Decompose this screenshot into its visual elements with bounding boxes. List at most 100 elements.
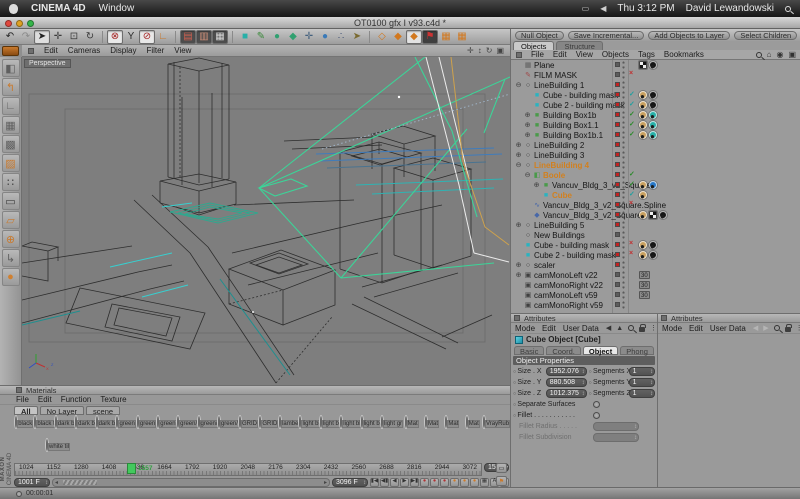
state-check-green-icon[interactable]: ✓ (629, 120, 635, 128)
attr2-search-icon[interactable] (774, 325, 780, 331)
visibility-dots-icon[interactable] (622, 251, 625, 259)
layer-color-icon[interactable] (615, 72, 620, 77)
record-active-button[interactable]: ● (470, 478, 479, 487)
object-name[interactable]: LineBuilding 1 (533, 81, 584, 90)
layer-color-icon[interactable] (615, 262, 620, 267)
state-check-green-icon[interactable]: ✓ (629, 170, 635, 178)
toolbar-scale-icon[interactable]: ⊡ (66, 30, 82, 44)
cam-tag-icon[interactable]: 30 (639, 291, 650, 299)
material-swatch-light-bl[interactable]: light bl (320, 417, 340, 427)
attr-tab-basic[interactable]: Basic (514, 346, 544, 355)
toolbar-render-picture-viewer-icon[interactable]: ▥ (196, 30, 212, 44)
toolbar-deformer-a-icon[interactable]: ◇ (374, 30, 390, 44)
display-status-icon[interactable]: ▭ (582, 4, 590, 13)
object-name[interactable]: Building Box1b.1 (542, 131, 603, 140)
field-size-x-input[interactable]: 1952.076 (546, 367, 587, 376)
toolbar-add-primitive-icon[interactable]: ■ (237, 30, 253, 44)
object-name[interactable]: camMonoLeft v59 (533, 291, 598, 300)
rail-texture-mode-icon[interactable]: ▦ (2, 116, 20, 134)
menu-item-edit[interactable]: Edit (38, 395, 52, 404)
object-name[interactable]: camMonoLeft v22 (533, 271, 598, 280)
field-size-y-input[interactable]: 880.508 (546, 378, 587, 387)
toolbar-lock-x-axis-icon[interactable]: ⊗ (107, 30, 123, 44)
field-segments-x-input[interactable]: 1 (629, 367, 655, 376)
layer-color-icon[interactable] (615, 172, 620, 177)
layer-color-icon[interactable] (615, 212, 620, 217)
layer-color-icon[interactable] (615, 162, 620, 167)
layer-color-icon[interactable] (615, 292, 620, 297)
material-swatch-vrayrub[interactable]: VrayRub (483, 417, 503, 427)
window-titlebar[interactable]: OT0100 gfx I v93.c4d * (0, 17, 800, 29)
object-name[interactable]: Plane (533, 61, 554, 70)
menubar-window-menu[interactable]: Window (99, 3, 135, 14)
rail-model-mode-icon[interactable]: ↰ (2, 78, 20, 96)
toolbar-add-nurbs-icon[interactable]: ● (269, 30, 285, 44)
menubar-clock[interactable]: Thu 3:12 PM (617, 3, 674, 14)
toolbar-rotate-icon[interactable]: ↻ (82, 30, 98, 44)
toolbar-add-modeling-icon[interactable]: ◆ (285, 30, 301, 44)
visibility-dots-icon[interactable] (622, 81, 625, 89)
visibility-dots-icon[interactable] (622, 301, 625, 309)
view-zoom-icon[interactable]: ↕ (478, 46, 482, 55)
scroll-left-icon[interactable]: ◂ (55, 479, 58, 487)
toolbar-lock-y-axis-icon[interactable]: Y (123, 30, 139, 44)
tree-row-vancuv-bldg-3-v2-square-spline[interactable]: ∿Vancuv_Bldg_3_v2_Square.Spline× (511, 200, 800, 210)
expand-plus-icon[interactable]: ⊕ (514, 141, 523, 149)
record-parameter-button[interactable]: ● (450, 478, 459, 487)
menu-item-user-data[interactable]: User Data (710, 324, 746, 333)
menu-item-filter[interactable]: Filter (146, 46, 164, 55)
rail-snap-settings-icon[interactable]: ↳ (2, 249, 20, 267)
state-x-icon[interactable]: × (629, 200, 633, 207)
field-segments-y-input[interactable]: 1 (629, 378, 655, 387)
materials-tab-scene[interactable]: scene (86, 406, 120, 415)
tree-row-boole[interactable]: ⊖◧Boole✓ (511, 170, 800, 180)
attributes-panel-handle-icon[interactable] (514, 315, 520, 321)
object-name[interactable]: camMonoRight v59 (533, 301, 603, 310)
material-swatch-light-gr[interactable]: light gr (381, 417, 401, 427)
phong-tag-icon[interactable]: ● (639, 121, 647, 129)
object-name[interactable]: FILM MASK (533, 71, 577, 80)
tree-row-cammonoleft-v22[interactable]: ⊕▣camMonoLeft v2230 (511, 270, 800, 280)
expand-plus-icon[interactable]: ⊕ (523, 131, 532, 139)
material-swatch-dark-bl[interactable]: dark bl (75, 417, 95, 427)
toolbar-render-settings-icon[interactable]: ▦ (212, 30, 228, 44)
viewport-canvas[interactable]: X Z Perspective (22, 57, 510, 385)
next-frame-button[interactable]: ▶▮ (410, 478, 419, 487)
menu-item-edit[interactable]: Edit (542, 324, 556, 333)
layer-color-icon[interactable] (615, 92, 620, 97)
attr2-more-icon[interactable]: ⋮ (796, 324, 800, 332)
timeline-scrollbar[interactable]: ◂ ▸ (52, 478, 330, 487)
tree-row-building-box1-1[interactable]: ⊕■Building Box1.1✓●● (511, 120, 800, 130)
expand-plus-icon[interactable]: ⊕ (523, 111, 532, 119)
end-frame-field[interactable]: 3096 F (332, 478, 368, 487)
object-name[interactable]: Boole (542, 171, 565, 180)
start-frame-field[interactable]: 1001 F (14, 478, 50, 487)
expand-plus-icon[interactable]: ⊕ (514, 221, 523, 229)
material-swatch-green-t[interactable]: green/t (218, 417, 238, 427)
rail-points-mode-icon[interactable]: ∷ (2, 173, 20, 191)
object-name[interactable]: Vancuv_Bldg_3_v2_Square (551, 181, 651, 190)
visibility-dots-icon[interactable] (622, 231, 625, 239)
state-check-green-icon[interactable]: ✓ (629, 130, 635, 138)
material-swatch-light-bl[interactable]: light bl (340, 417, 360, 427)
toolbar-deformer-c-icon[interactable]: ◆ (406, 30, 422, 44)
tree-row-film-mask[interactable]: ✎FILM MASK× (511, 70, 800, 80)
object-name[interactable]: Cube 2 - building mask (542, 101, 625, 110)
layer-color-icon[interactable] (615, 302, 620, 307)
view-rotate-icon[interactable]: ↻ (486, 46, 493, 55)
material-swatch-grid[interactable]: GRID (238, 417, 258, 427)
menu-item-mode[interactable]: Mode (662, 324, 682, 333)
toolbar-live-selection-icon[interactable]: ➤ (34, 30, 50, 44)
state-check-teal-icon[interactable]: ✓ (629, 100, 635, 108)
sphere-teal-tag-icon[interactable]: ● (649, 131, 657, 139)
menu-item-file[interactable]: File (16, 395, 29, 404)
material-swatch-white-til[interactable]: white til (46, 440, 66, 450)
state-check-teal-icon[interactable]: ✓ (629, 190, 635, 198)
layer-color-icon[interactable] (615, 102, 620, 107)
tree-row-scaler[interactable]: ⊕○scaler (511, 260, 800, 270)
visibility-dots-icon[interactable] (622, 151, 625, 159)
rail-make-editable-icon[interactable]: ◧ (2, 59, 20, 77)
tree-row-cammonoleft-v59[interactable]: ▣camMonoLeft v5930 (511, 290, 800, 300)
object-name[interactable]: scaler (533, 261, 555, 270)
menubar-user[interactable]: David Lewandowski (686, 3, 774, 14)
